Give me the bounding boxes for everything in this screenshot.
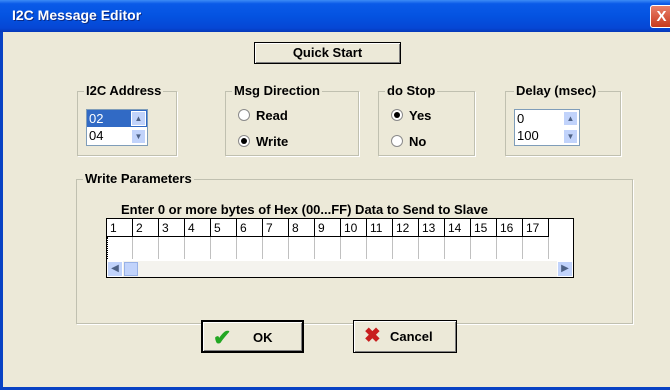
column-header: 17 [523,219,549,237]
msg-direction-group: Msg Direction Read Write [225,83,359,156]
radio-read[interactable]: Read [238,108,288,123]
msg-direction-legend: Msg Direction [232,83,322,98]
down-arrow-icon: ▼ [566,132,575,141]
column-header: 8 [289,219,315,237]
grid-cell[interactable] [237,237,263,259]
column-header: 9 [315,219,341,237]
scroll-right-button[interactable]: ▶ [557,261,573,277]
i2c-address-group: I2C Address 02 04 ▲ ▼ [77,83,177,156]
do-stop-legend: do Stop [385,83,438,98]
grid-cell[interactable] [419,237,445,259]
column-header: 3 [159,219,185,237]
column-header: 4 [185,219,211,237]
close-button[interactable]: X [650,5,670,28]
grid-cell[interactable] [445,237,471,259]
grid-cell[interactable] [497,237,523,259]
column-header: 16 [497,219,523,237]
instruction-text: Enter 0 or more bytes of Hex (00...FF) D… [121,202,488,217]
up-arrow-icon: ▲ [134,114,143,123]
x-icon: ✖ [364,325,381,347]
scroll-thumb[interactable] [124,262,138,276]
grid-cell[interactable] [159,237,185,259]
down-arrow-icon: ▼ [134,132,143,141]
delay-list[interactable]: 0 100 ▲ ▼ [514,109,580,146]
column-header: 6 [237,219,263,237]
grid-cell[interactable] [315,237,341,259]
i2c-address-legend: I2C Address [84,83,164,98]
radio-circle [391,109,403,121]
dialog-client: Quick Start I2C Address 02 04 ▲ ▼ Msg Di… [3,32,670,387]
grid-cell[interactable] [393,237,419,259]
radio-yes[interactable]: Yes [391,108,431,123]
hex-data-grid[interactable]: 1 2 3 4 5 6 7 8 9 10 11 12 13 14 15 16 17 ◀ ▶ [106,218,574,278]
grid-cell[interactable] [341,237,367,259]
scroll-up-button[interactable]: ▲ [131,111,146,126]
column-header: 1 [107,219,133,237]
grid-cell[interactable] [471,237,497,259]
close-icon: X [656,8,667,25]
grid-cell[interactable] [133,237,159,259]
column-header: 5 [211,219,237,237]
write-parameters-legend: Write Parameters [83,171,194,186]
column-header: 11 [367,219,393,237]
cancel-label: Cancel [390,329,433,344]
grid-cell[interactable] [367,237,393,259]
grid-cell[interactable] [211,237,237,259]
radio-circle [238,135,250,147]
check-icon: ✔ [213,325,232,350]
quick-start-label: Quick Start [292,45,363,60]
grid-cell[interactable] [523,237,549,259]
delay-group: Delay (msec) 0 100 ▲ ▼ [505,83,621,156]
window-title: I2C Message Editor [12,7,142,23]
radio-no[interactable]: No [391,134,426,149]
cancel-button[interactable]: ✖ Cancel [353,320,457,353]
ok-button[interactable]: ✔ OK [201,320,304,353]
title-bar[interactable]: I2C Message Editor X [0,0,670,32]
grid-header-row: 1 2 3 4 5 6 7 8 9 10 11 12 13 14 15 16 17 [107,219,549,237]
column-header: 7 [263,219,289,237]
up-arrow-icon: ▲ [566,114,575,123]
radio-label: Write [256,134,289,149]
dialog-window: I2C Message Editor X Quick Start I2C Add… [0,0,670,390]
left-arrow-icon: ◀ [111,263,119,274]
column-header: 2 [133,219,159,237]
do-stop-group: do Stop Yes No [378,83,475,156]
radio-circle [238,109,250,121]
horizontal-scrollbar[interactable]: ◀ ▶ [107,261,573,277]
column-header: 14 [445,219,471,237]
column-header: 13 [419,219,445,237]
grid-cell[interactable] [185,237,211,259]
radio-label: Yes [409,108,432,123]
column-header: 15 [471,219,497,237]
grid-cell[interactable] [107,237,133,259]
radio-label: No [409,134,427,149]
grid-data-row[interactable] [107,237,573,259]
scroll-up-button[interactable]: ▲ [563,111,578,126]
scroll-down-button[interactable]: ▼ [563,129,578,144]
scroll-down-button[interactable]: ▼ [131,129,146,144]
column-header: 10 [341,219,367,237]
radio-label: Read [256,108,288,123]
delay-legend: Delay (msec) [514,83,599,98]
ok-label: OK [253,330,273,345]
column-header: 12 [393,219,419,237]
right-arrow-icon: ▶ [561,263,569,274]
grid-cell[interactable] [263,237,289,259]
scroll-left-button[interactable]: ◀ [107,261,123,277]
radio-circle [391,135,403,147]
i2c-address-list[interactable]: 02 04 ▲ ▼ [86,109,148,146]
radio-write[interactable]: Write [238,134,288,149]
quick-start-button[interactable]: Quick Start [254,42,401,64]
grid-cell[interactable] [289,237,315,259]
